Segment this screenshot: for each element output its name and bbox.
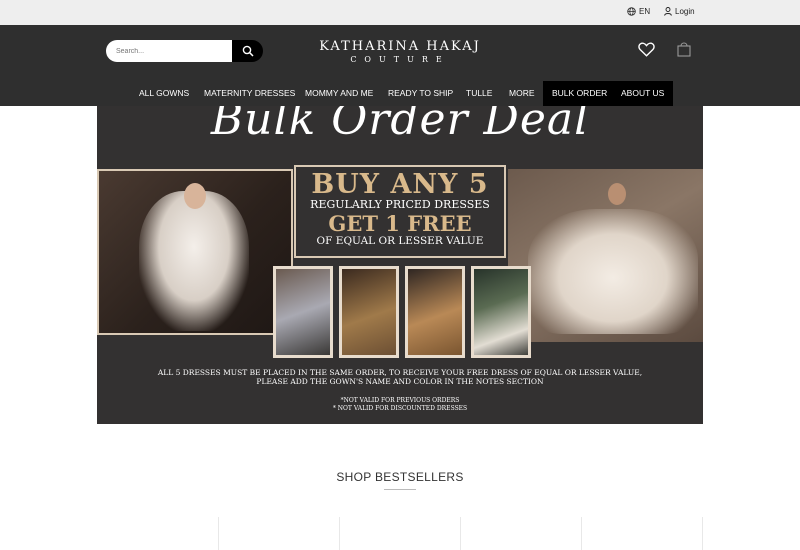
- nav-item-mommy-and-me[interactable]: MOMMY AND ME: [305, 81, 373, 106]
- search-button[interactable]: [232, 40, 263, 62]
- offer-box: BUY ANY 5 REGULARLY PRICED DRESSES GET 1…: [294, 165, 506, 258]
- shopping-bag-icon[interactable]: [677, 41, 691, 57]
- banner-disclaimers: *NOT VALID FOR PREVIOUS ORDERS * NOT VAL…: [97, 397, 703, 412]
- disclaimer-2: * NOT VALID FOR DISCOUNTED DRESSES: [332, 404, 468, 412]
- globe-icon: [627, 7, 636, 16]
- banner-thumb-1: [273, 266, 333, 358]
- login-link[interactable]: Login: [664, 7, 695, 16]
- nav-item-all-gowns[interactable]: ALL GOWNS: [139, 81, 189, 106]
- brand-logo[interactable]: KATHARINA HAKAJ COUTURE: [300, 39, 500, 64]
- offer-line-1: BUY ANY 5: [311, 169, 489, 200]
- product-card-divider: [702, 517, 703, 550]
- section-title-underline: [384, 489, 416, 490]
- main-navigation: ALL GOWNS MATERNITY DRESSES MOMMY AND ME…: [0, 81, 800, 106]
- nav-item-ready-to-ship[interactable]: READY TO SHIP: [388, 81, 453, 106]
- nav-item-more[interactable]: MORE: [509, 81, 535, 106]
- banner-photo-feather-gown: [97, 169, 293, 335]
- banner-headline: Bulk Order Deal: [210, 106, 590, 145]
- brand-subtitle: COUTURE: [350, 55, 450, 64]
- banner-thumb-2: [339, 266, 399, 358]
- site-header: KATHARINA HAKAJ COUTURE ALL GOWNS MATERN…: [0, 25, 800, 106]
- login-label: Login: [675, 7, 695, 16]
- offer-line-4: OF EQUAL OR LESSER VALUE: [316, 235, 484, 247]
- nav-item-bulk-order[interactable]: BULK ORDER: [543, 81, 617, 106]
- disclaimer-1: *NOT VALID FOR PREVIOUS ORDERS: [340, 397, 460, 404]
- nav-item-maternity-dresses[interactable]: MATERNITY DRESSES: [204, 81, 295, 106]
- product-card-divider: [581, 517, 582, 550]
- banner-thumb-4: [471, 266, 531, 358]
- user-icon: [664, 7, 672, 16]
- offer-line-3: GET 1 FREE: [328, 211, 472, 236]
- product-card-divider: [339, 517, 340, 550]
- search-icon: [242, 45, 254, 57]
- terms-line-2: PLEASE ADD THE GOWN'S NAME AND COLOR IN …: [256, 377, 544, 386]
- brand-name: KATHARINA HAKAJ: [319, 39, 481, 54]
- language-label: EN: [639, 7, 651, 16]
- banner-thumb-3: [405, 266, 465, 358]
- bulk-order-banner[interactable]: Bulk Order Deal BUY ANY 5 REGULARLY PRIC…: [97, 106, 703, 424]
- heart-icon[interactable]: [638, 42, 655, 57]
- terms-line-1: ALL 5 DRESSES MUST BE PLACED IN THE SAME…: [157, 368, 643, 377]
- language-selector[interactable]: EN: [627, 7, 650, 16]
- product-card-divider: [460, 517, 461, 550]
- offer-line-2: REGULARLY PRICED DRESSES: [310, 198, 490, 211]
- top-utility-bar: EN Login: [0, 0, 800, 25]
- search-bar: [106, 40, 263, 62]
- banner-photo-tulle-gown: [508, 169, 703, 342]
- nav-item-about-us[interactable]: ABOUT US: [612, 81, 674, 106]
- banner-terms: ALL 5 DRESSES MUST BE PLACED IN THE SAME…: [97, 368, 703, 386]
- section-title-bestsellers: SHOP BESTSELLERS: [336, 470, 464, 484]
- product-card-divider: [218, 517, 219, 550]
- search-input[interactable]: [106, 40, 232, 62]
- nav-item-tulle[interactable]: TULLE: [466, 81, 492, 106]
